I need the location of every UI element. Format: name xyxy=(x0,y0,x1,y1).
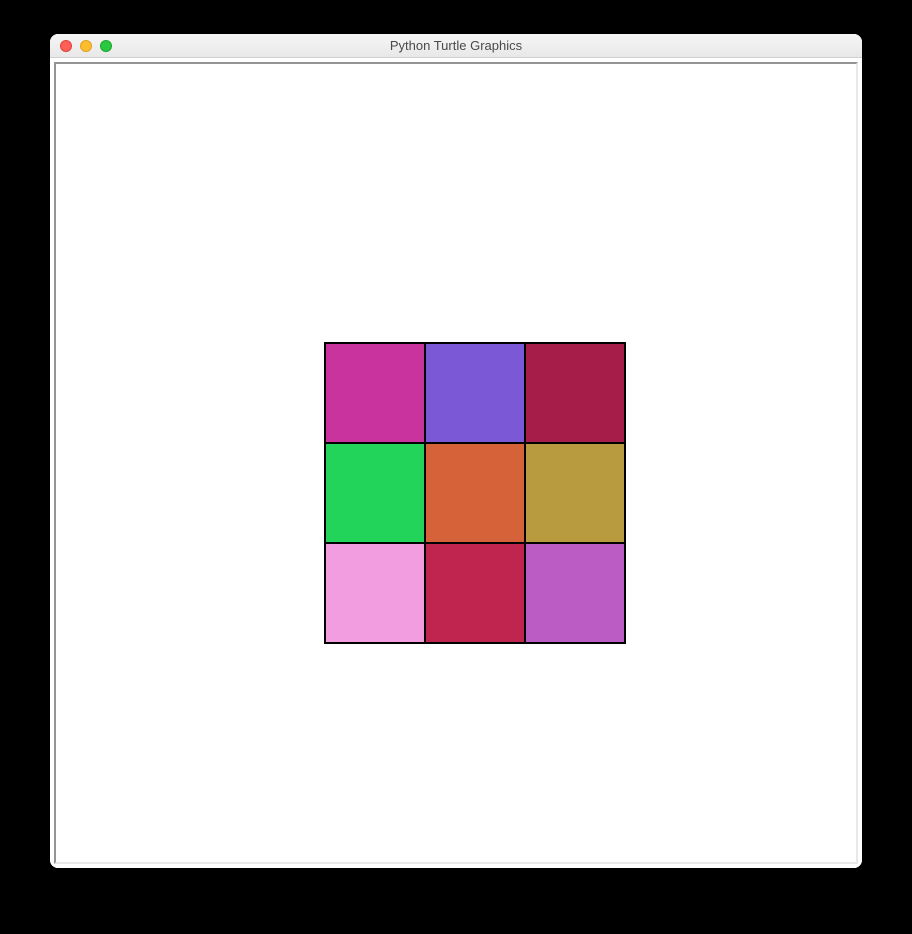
minimize-icon[interactable] xyxy=(80,40,92,52)
grid-cell xyxy=(324,542,426,644)
canvas-wrapper xyxy=(50,58,862,868)
grid-cell xyxy=(424,542,526,644)
grid-cell xyxy=(424,342,526,444)
color-grid xyxy=(325,343,625,643)
grid-cell xyxy=(324,442,426,544)
window-title: Python Turtle Graphics xyxy=(50,38,862,53)
grid-cell xyxy=(324,342,426,444)
grid-cell xyxy=(524,542,626,644)
grid-cell xyxy=(524,342,626,444)
zoom-icon[interactable] xyxy=(100,40,112,52)
turtle-canvas xyxy=(54,62,858,864)
app-window: Python Turtle Graphics xyxy=(50,34,862,868)
close-icon[interactable] xyxy=(60,40,72,52)
traffic-lights xyxy=(50,40,112,52)
grid-cell xyxy=(524,442,626,544)
titlebar[interactable]: Python Turtle Graphics xyxy=(50,34,862,58)
grid-cell xyxy=(424,442,526,544)
